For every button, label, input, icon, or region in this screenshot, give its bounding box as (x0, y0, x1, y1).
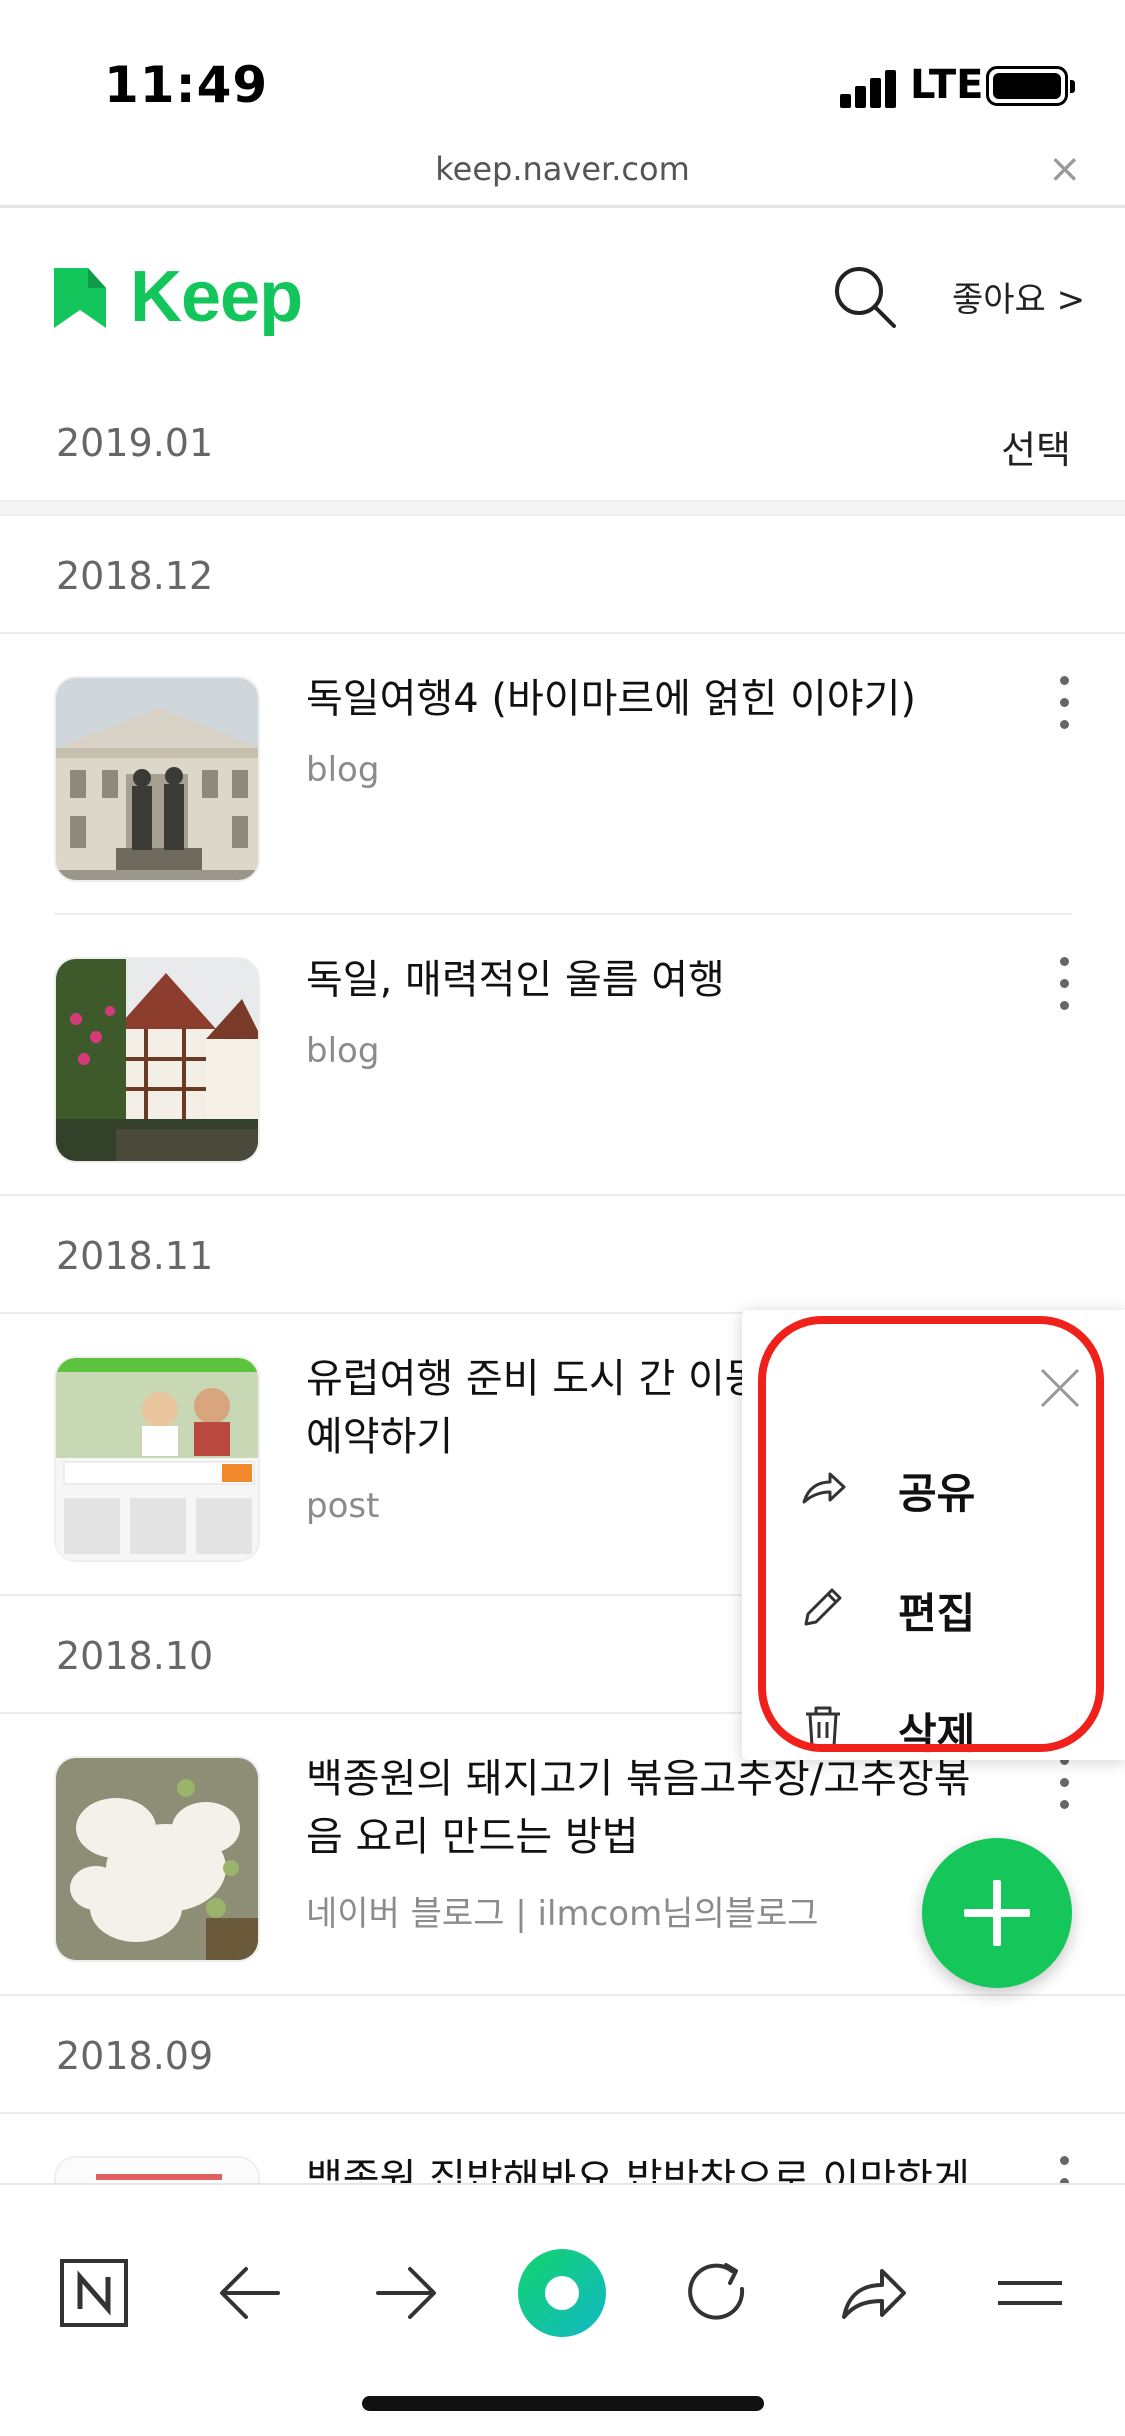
date-label: 2018.12 (56, 554, 214, 598)
item-title: 독일, 매력적인 울름 여행 (306, 957, 725, 1003)
date-label: 2018.11 (56, 1234, 214, 1278)
date-header: 2018.11 (0, 1196, 1125, 1314)
thumbnail-image (54, 1356, 260, 1562)
forward-arrow-icon[interactable] (364, 2251, 448, 2335)
date-label: 2018.10 (56, 1634, 214, 1678)
cellular-signal-icon (840, 68, 900, 108)
likes-button[interactable]: 좋아요 > (952, 272, 1085, 321)
date-label: 2018.09 (56, 2034, 214, 2078)
home-indicator (362, 2396, 764, 2411)
add-button[interactable] (922, 1838, 1072, 1988)
network-type: LTE (910, 62, 984, 108)
battery-icon (986, 66, 1075, 106)
list-item[interactable]: 독일, 매력적인 울름 여행 blog (0, 915, 1125, 1195)
green-dot-icon[interactable] (514, 2245, 610, 2341)
date-header: 2018.12 (0, 516, 1125, 634)
date-label: 2019.01 (56, 421, 214, 465)
select-button[interactable]: 선택 (1001, 419, 1071, 474)
status-time: 11:49 (104, 56, 269, 114)
url-divider (0, 205, 1125, 208)
keep-logo-icon (54, 268, 106, 328)
back-arrow-icon[interactable] (208, 2251, 292, 2335)
status-bar: 11:49 LTE (0, 0, 1125, 140)
item-source: blog (306, 1031, 380, 1071)
date-header: 2018.09 (0, 1996, 1125, 2114)
thumbnail-image (54, 676, 260, 882)
naver-home-icon[interactable] (52, 2251, 136, 2335)
item-source: post (306, 1486, 380, 1526)
date-header: 2019.01 선택 (0, 383, 1125, 501)
list-item[interactable]: 독일여행4 (바이마르에 얽힌 이야기) blog (0, 634, 1125, 914)
item-source: 네이버 블로그 | ilmcom님의블로그 (306, 1894, 819, 1934)
item-source: blog (306, 750, 380, 790)
share-arrow-icon[interactable] (832, 2251, 916, 2335)
thumbnail-image (54, 957, 260, 1163)
menu-icon[interactable] (988, 2251, 1072, 2335)
refresh-icon[interactable] (676, 2251, 760, 2335)
search-icon[interactable] (830, 262, 900, 332)
highlight-annotation (758, 1316, 1104, 1752)
more-options-icon[interactable] (1056, 676, 1072, 736)
url-bar[interactable]: keep.naver.com (0, 150, 1125, 188)
more-options-icon[interactable] (1056, 957, 1072, 1017)
item-title: 독일여행4 (바이마르에 얽힌 이야기) (306, 676, 917, 722)
close-icon[interactable]: × (1048, 146, 1082, 192)
app-title: Keep (130, 257, 303, 337)
thumbnail-image (54, 1756, 260, 1962)
